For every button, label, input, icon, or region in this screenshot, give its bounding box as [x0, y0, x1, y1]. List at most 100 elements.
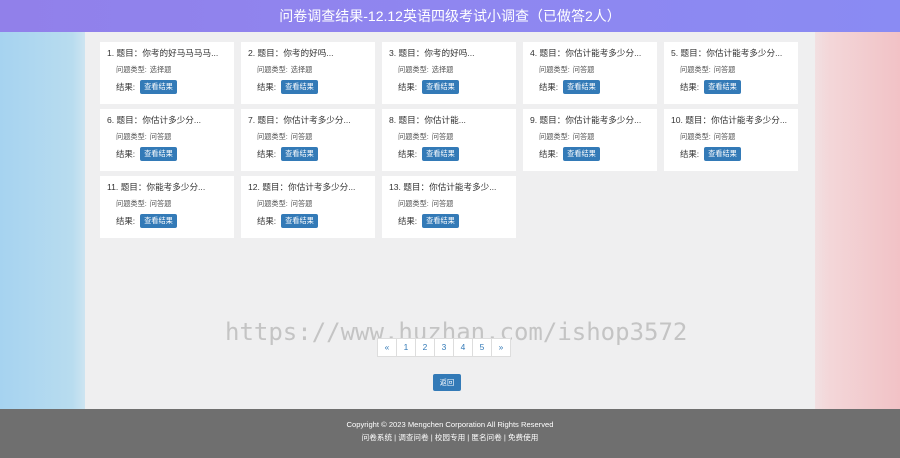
result-row: 结果: 查看结果: [530, 80, 657, 94]
question-type: 问题类型: 问答题: [530, 65, 657, 75]
view-result-button[interactable]: 查看结果: [422, 147, 459, 161]
question-type-label: 问题类型:: [680, 65, 711, 74]
question-title: 13. 题目：你估计能考多少...: [389, 182, 497, 192]
result-label: 结果:: [116, 82, 136, 92]
question-type-label: 问题类型:: [116, 199, 147, 208]
question-type-label: 问题类型:: [398, 132, 429, 141]
view-result-button[interactable]: 查看结果: [281, 214, 318, 228]
view-result-button[interactable]: 查看结果: [140, 214, 177, 228]
back-button[interactable]: 返回: [433, 374, 461, 391]
question-type-value: 问答题: [290, 199, 313, 208]
question-type-value: 问答题: [290, 132, 313, 141]
pagination-page-3[interactable]: 3: [434, 338, 454, 357]
view-result-button[interactable]: 查看结果: [281, 147, 318, 161]
question-type-value: 问答题: [713, 65, 736, 74]
result-row: 结果: 查看结果: [248, 147, 375, 161]
result-label: 结果:: [680, 149, 700, 159]
result-label: 结果:: [539, 82, 559, 92]
view-result-button[interactable]: 查看结果: [563, 80, 600, 94]
question-card: 6. 题目：你估计多少分... 问题类型: 问答题结果: 查看结果: [100, 109, 234, 171]
result-row: 结果: 查看结果: [389, 147, 516, 161]
question-title: 6. 题目：你估计多少分...: [107, 115, 202, 125]
question-type-label: 问题类型:: [398, 199, 429, 208]
result-row: 结果: 查看结果: [389, 80, 516, 94]
question-type-label: 问题类型:: [539, 132, 570, 141]
question-card: 2. 题目：你考的好吗... 问题类型: 选择题结果: 查看结果: [241, 42, 375, 104]
result-label: 结果:: [257, 149, 277, 159]
view-result-button[interactable]: 查看结果: [140, 147, 177, 161]
question-type: 问题类型: 问答题: [389, 132, 516, 142]
question-title: 3. 题目：你考的好吗...: [389, 48, 475, 58]
question-title: 5. 题目：你估计能考多少分...: [671, 48, 783, 58]
question-type-label: 问题类型:: [257, 199, 288, 208]
question-type-value: 问答题: [149, 199, 172, 208]
question-type-value: 选择题: [431, 65, 454, 74]
result-row: 结果: 查看结果: [107, 147, 234, 161]
result-label: 结果:: [539, 149, 559, 159]
question-card: 7. 题目：你估计考多少分... 问题类型: 问答题结果: 查看结果: [241, 109, 375, 171]
result-row: 结果: 查看结果: [671, 147, 798, 161]
question-type-value: 选择题: [149, 65, 172, 74]
pagination-page-4[interactable]: 4: [453, 338, 473, 357]
question-type-label: 问题类型:: [116, 132, 147, 141]
result-label: 结果:: [398, 82, 418, 92]
view-result-button[interactable]: 查看结果: [704, 80, 741, 94]
question-type-value: 问答题: [572, 132, 595, 141]
question-type: 问题类型: 问答题: [107, 132, 234, 142]
question-type: 问题类型: 问答题: [248, 132, 375, 142]
question-type: 问题类型: 问答题: [671, 132, 798, 142]
result-row: 结果: 查看结果: [389, 214, 516, 228]
page-header: 问卷调查结果-12.12英语四级考试小调查（已做答2人）: [0, 0, 900, 32]
question-title: 9. 题目：你估计能考多少分...: [530, 115, 642, 125]
question-type: 问题类型: 问答题: [671, 65, 798, 75]
question-card: 3. 题目：你考的好吗... 问题类型: 选择题 结果: 查看结果: [382, 42, 516, 104]
question-type: 问题类型: 选择题: [248, 65, 375, 75]
result-label: 结果:: [257, 216, 277, 226]
question-title: 2. 题目：你考的好吗...: [248, 48, 334, 58]
result-row: 结果: 查看结果: [107, 214, 234, 228]
footer-links[interactable]: 问卷系统 | 调查问卷 | 校园专用 | 匿名问卷 | 免费使用: [0, 432, 900, 443]
question-card: 4. 题目：你估计能考多少分... 问题类型: 问答题结果: 查看结果: [523, 42, 657, 104]
result-row: 结果: 查看结果: [248, 80, 375, 94]
question-title: 7. 题目：你估计考多少分...: [248, 115, 351, 125]
result-row: 结果: 查看结果: [671, 80, 798, 94]
question-title: 1. 题目：你考的好马马马马...: [107, 48, 219, 58]
question-type-value: 选择题: [290, 65, 313, 74]
question-title: 12. 题目：你估计考多少分...: [248, 182, 356, 192]
question-type-label: 问题类型:: [257, 65, 288, 74]
question-type-value: 问答题: [572, 65, 595, 74]
view-result-button[interactable]: 查看结果: [281, 80, 318, 94]
question-type-label: 问题类型:: [539, 65, 570, 74]
page-title: 问卷调查结果-12.12英语四级考试小调查（已做答2人）: [279, 8, 621, 24]
view-result-button[interactable]: 查看结果: [422, 214, 459, 228]
question-card: 11. 题目：你能考多少分... 问题类型: 问答题结果: 查看结果: [100, 176, 234, 238]
question-type: 问题类型: 问答题: [389, 199, 516, 209]
question-title: 4. 题目：你估计能考多少分...: [530, 48, 642, 58]
question-title: 11. 题目：你能考多少分...: [107, 182, 206, 192]
view-result-button[interactable]: 查看结果: [140, 80, 177, 94]
question-card: 8. 题目：你估计能... 问题类型: 问答题 结果: 查看结果: [382, 109, 516, 171]
question-type: 问题类型: 问答题: [107, 199, 234, 209]
view-result-button[interactable]: 查看结果: [704, 147, 741, 161]
pagination: « 1 2 3 4 5 »: [377, 338, 511, 357]
question-card: 9. 题目：你估计能考多少分... 问题类型: 问答题结果: 查看结果: [523, 109, 657, 171]
footer: Copyright © 2023 Mengchen Corporation Al…: [0, 409, 900, 458]
result-row: 结果: 查看结果: [530, 147, 657, 161]
view-result-button[interactable]: 查看结果: [563, 147, 600, 161]
pagination-page-1[interactable]: 1: [396, 338, 416, 357]
question-type-label: 问题类型:: [116, 65, 147, 74]
question-type: 问题类型: 选择题: [107, 65, 234, 75]
result-label: 结果:: [116, 149, 136, 159]
result-label: 结果:: [116, 216, 136, 226]
pagination-page-5[interactable]: 5: [472, 338, 492, 357]
pagination-page-2[interactable]: 2: [415, 338, 435, 357]
view-result-button[interactable]: 查看结果: [422, 80, 459, 94]
result-label: 结果:: [257, 82, 277, 92]
question-type-value: 问答题: [431, 199, 454, 208]
question-card: 10. 题目：你估计能考多少分... 问题类型: 问答题 结果: 查看结果: [664, 109, 798, 171]
question-type-value: 问答题: [149, 132, 172, 141]
question-card: 1. 题目：你考的好马马马马... 问题类型: 选择题结果: 查看结果: [100, 42, 234, 104]
pagination-prev[interactable]: «: [377, 338, 397, 357]
pagination-next[interactable]: »: [491, 338, 511, 357]
question-type-value: 问答题: [431, 132, 454, 141]
